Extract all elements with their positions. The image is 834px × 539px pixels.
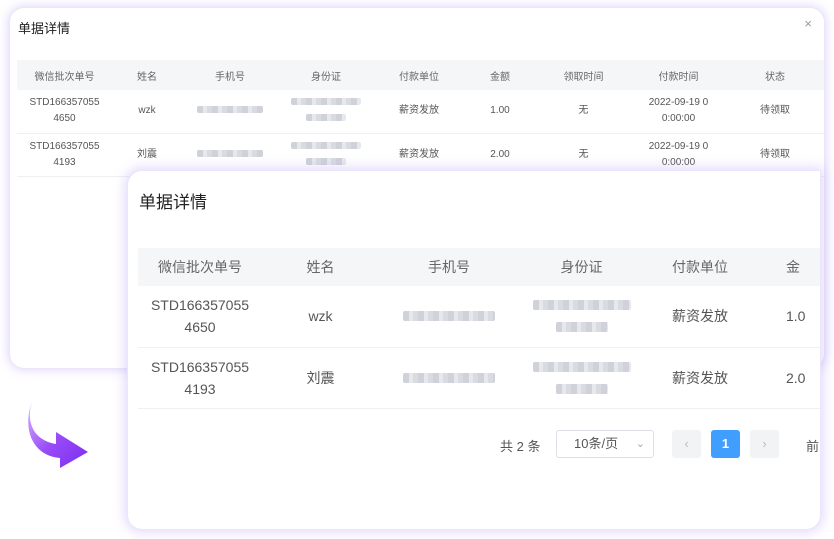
redacted-id [555,322,608,333]
column-header: 状态 [726,60,824,90]
redacted-phone [197,106,263,114]
chevron-down-icon: ⌄ [635,438,645,450]
unit-cell: 薪资发放 [374,90,464,134]
receive-time-cell: 无 [536,133,631,177]
redacted-phone [403,372,495,383]
id-card-cell [278,90,374,134]
phone-cell [182,133,278,177]
amount-cell: 1.00 [464,90,536,134]
dialog-title: 单据详情 [139,193,207,212]
redacted-id [291,141,361,149]
table-header-row: 微信批次单号 姓名 手机号 身份证 付款单位 金 [138,248,820,286]
batch-number-cell: STD166357055 4650 [138,286,262,348]
amount-cell: 2.0 [756,347,820,409]
batch-number-line2: 4650 [184,319,216,336]
table-row: STD166357055 4193 刘震 薪资发放 2.00 无 2022-09-… [17,133,824,177]
status-cell: 待领取 [726,133,824,177]
batch-number-line2: 4193 [53,156,76,168]
batch-number-line2: 4193 [184,380,216,397]
batch-number-line1: STD166357055 [150,297,250,314]
pagination: 共 2 条 10条/页 ⌄ ‹ 1 › 前 [128,430,820,458]
batch-number-line1: STD166357055 [29,140,100,152]
name-cell: 刘震 [112,133,182,177]
batch-number-line1: STD166357055 [29,97,100,109]
table-row: STD166357055 4193 刘震 薪资发放 2.0 [138,347,820,409]
column-header: 身份证 [519,248,644,286]
column-header: 手机号 [379,248,519,286]
redacted-id [306,157,346,165]
column-header: 领取时间 [536,60,631,90]
total-count: 共 2 条 [500,439,541,454]
receive-time-cell: 无 [536,90,631,134]
goto-label: 前 [806,439,820,454]
pay-time-line1: 2022-09-19 0 [648,97,709,109]
name-cell: wzk [112,90,182,134]
detail-table: 微信批次单号 姓名 手机号 身份证 付款单位 金 STD166357055 465… [138,248,820,409]
table-row: STD166357055 4650 wzk 薪资发放 1.00 无 2022-09… [17,90,824,134]
id-card-cell [519,286,644,348]
redacted-id [532,361,631,372]
column-header: 身份证 [278,60,374,90]
dialog-title: 单据详情 [18,21,71,36]
column-header: 付款时间 [631,60,726,90]
curved-arrow-icon [28,402,89,468]
phone-cell [182,90,278,134]
phone-cell [379,347,519,409]
status-cell: 待领取 [726,90,824,134]
detail-table-small: 微信批次单号 姓名 手机号 身份证 付款单位 金额 领取时间 付款时间 状态 S… [17,60,824,177]
column-header: 金额 [464,60,536,90]
page-size-select[interactable]: 10条/页 ⌄ [556,430,654,458]
redacted-phone [197,149,263,157]
unit-cell: 薪资发放 [644,286,756,348]
batch-number-cell: STD166357055 4193 [17,133,112,177]
amount-cell: 2.00 [464,133,536,177]
batch-number-line2: 4650 [53,113,76,125]
id-card-cell [278,133,374,177]
column-header: 金 [756,248,820,286]
name-cell: wzk [262,286,379,348]
close-icon[interactable]: × [804,16,812,31]
batch-number-cell: STD166357055 4650 [17,90,112,134]
column-header: 付款单位 [374,60,464,90]
redacted-id [532,300,631,311]
amount-cell: 1.0 [756,286,820,348]
pay-time-line1: 2022-09-19 0 [648,140,709,152]
batch-number-line1: STD166357055 [150,358,250,375]
pay-time-line2: 0:00:00 [661,156,696,168]
pay-time-cell: 2022-09-19 0 0:00:00 [631,90,726,134]
column-header: 姓名 [112,60,182,90]
phone-cell [379,286,519,348]
page-size-value: 10条/页 [574,436,619,451]
page-number-button[interactable]: 1 [711,430,740,458]
column-header: 付款单位 [644,248,756,286]
name-cell: 刘震 [262,347,379,409]
detail-dialog-zoomed: 单据详情 微信批次单号 姓名 手机号 身份证 付款单位 金 STD1663570… [128,171,820,529]
unit-cell: 薪资发放 [644,347,756,409]
column-header: 微信批次单号 [17,60,112,90]
batch-number-cell: STD166357055 4193 [138,347,262,409]
table-header-row: 微信批次单号 姓名 手机号 身份证 付款单位 金额 领取时间 付款时间 状态 [17,60,824,90]
id-card-cell [519,347,644,409]
column-header: 姓名 [262,248,379,286]
prev-page-button[interactable]: ‹ [672,430,701,458]
pay-time-line2: 0:00:00 [661,113,696,125]
redacted-phone [403,311,495,322]
next-page-button[interactable]: › [750,430,779,458]
table-row: STD166357055 4650 wzk 薪资发放 1.0 [138,286,820,348]
redacted-id [555,383,608,394]
redacted-id [291,98,361,106]
pay-time-cell: 2022-09-19 0 0:00:00 [631,133,726,177]
unit-cell: 薪资发放 [374,133,464,177]
redacted-id [306,114,346,122]
column-header: 微信批次单号 [138,248,262,286]
column-header: 手机号 [182,60,278,90]
